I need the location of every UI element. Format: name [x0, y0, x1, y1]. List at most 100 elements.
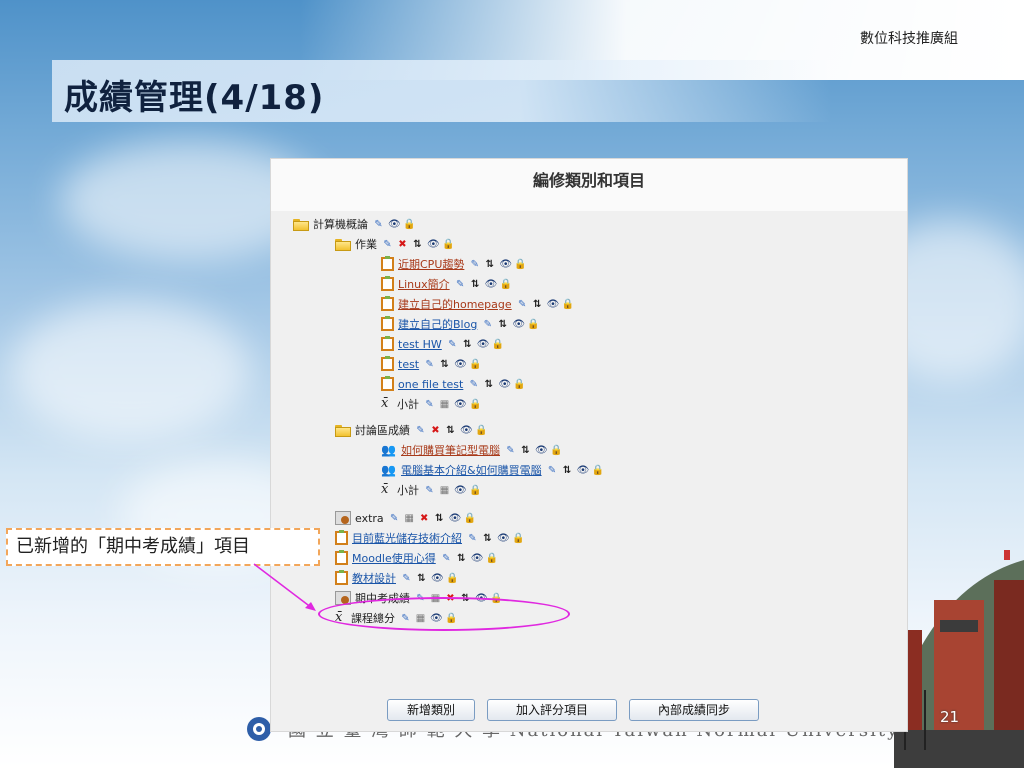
- move-icon[interactable]: ⇅: [456, 553, 467, 564]
- move-icon[interactable]: ⇅: [412, 239, 423, 250]
- edit-icon[interactable]: ✎: [547, 465, 558, 476]
- eye-icon[interactable]: 👁: [454, 485, 467, 496]
- move-icon[interactable]: ⇅: [439, 359, 450, 370]
- eye-icon[interactable]: 👁: [577, 465, 590, 476]
- subtotal-icon: x̄: [381, 396, 389, 411]
- grade-item-link[interactable]: one file test: [398, 378, 463, 391]
- edit-icon[interactable]: ✎: [424, 359, 435, 370]
- move-icon[interactable]: ⇅: [483, 379, 494, 390]
- edit-icon[interactable]: ✎: [468, 379, 479, 390]
- row-actions: ✎ ⇅ 👁 🔒: [468, 379, 526, 390]
- eye-icon[interactable]: 👁: [449, 513, 462, 524]
- lock-icon[interactable]: 🔒: [442, 239, 454, 250]
- tree-row: 👥 如何購買筆記型電腦 ✎ ⇅ 👁 🔒: [381, 441, 562, 459]
- lock-icon[interactable]: 🔒: [469, 485, 481, 496]
- grade-item-link[interactable]: 教材設計: [352, 570, 396, 586]
- calc-icon[interactable]: ▦: [439, 485, 450, 496]
- grade-item-link[interactable]: test: [398, 358, 419, 371]
- grade-item-icon: [381, 316, 394, 331]
- move-icon[interactable]: ⇅: [520, 445, 531, 456]
- edit-icon[interactable]: ✎: [424, 399, 435, 410]
- lock-icon[interactable]: 🔒: [514, 259, 526, 270]
- edit-icon[interactable]: ✎: [455, 279, 466, 290]
- row-actions: ✎ ⇅ 👁 🔒: [455, 279, 512, 290]
- edit-icon[interactable]: ✎: [505, 445, 516, 456]
- edit-icon[interactable]: ✎: [415, 425, 426, 436]
- grade-item-link[interactable]: 電腦基本介紹&如何購買電腦: [401, 462, 542, 478]
- eye-icon[interactable]: 👁: [471, 553, 484, 564]
- lock-icon[interactable]: 🔒: [475, 425, 487, 436]
- lock-icon[interactable]: 🔒: [464, 513, 476, 524]
- edit-icon[interactable]: ✎: [447, 339, 458, 350]
- eye-icon[interactable]: 👁: [547, 299, 560, 310]
- tree-row: 近期CPU趨勢 ✎ ⇅ 👁 🔒: [381, 255, 527, 273]
- grade-item-link[interactable]: 建立自己的Blog: [398, 316, 477, 332]
- lock-icon[interactable]: 🔒: [446, 573, 458, 584]
- lock-icon[interactable]: 🔒: [403, 219, 415, 230]
- lock-icon[interactable]: 🔒: [469, 359, 481, 370]
- move-icon[interactable]: ⇅: [462, 339, 473, 350]
- add-grade-item-button[interactable]: 加入評分項目: [487, 699, 617, 721]
- eye-icon[interactable]: 👁: [499, 259, 512, 270]
- edit-icon[interactable]: ✎: [401, 573, 412, 584]
- grade-item-link[interactable]: 近期CPU趨勢: [398, 256, 464, 272]
- lock-icon[interactable]: 🔒: [562, 299, 574, 310]
- edit-icon[interactable]: ✎: [382, 239, 393, 250]
- move-icon[interactable]: ⇅: [532, 299, 543, 310]
- move-icon[interactable]: ⇅: [434, 513, 445, 524]
- eye-icon[interactable]: 👁: [512, 319, 525, 330]
- eye-icon[interactable]: 👁: [388, 219, 401, 230]
- eye-icon[interactable]: 👁: [535, 445, 548, 456]
- eye-icon[interactable]: 👁: [497, 533, 510, 544]
- grade-item-link[interactable]: 如何購買筆記型電腦: [401, 442, 500, 458]
- move-icon[interactable]: ⇅: [416, 573, 427, 584]
- eye-icon[interactable]: 👁: [431, 573, 444, 584]
- eye-icon[interactable]: 👁: [485, 279, 498, 290]
- move-icon[interactable]: ⇅: [470, 279, 481, 290]
- grade-item-link[interactable]: 建立自己的homepage: [398, 296, 512, 312]
- edit-icon[interactable]: ✎: [373, 219, 384, 230]
- eye-icon[interactable]: 👁: [454, 359, 467, 370]
- lock-icon[interactable]: 🔒: [592, 465, 604, 476]
- edit-icon[interactable]: ✎: [389, 513, 400, 524]
- grade-item-link[interactable]: 目前藍光儲存技術介紹: [352, 530, 462, 546]
- eye-icon[interactable]: 👁: [427, 239, 440, 250]
- lock-icon[interactable]: 🔒: [527, 319, 539, 330]
- university-seal-icon: [247, 717, 271, 741]
- move-icon[interactable]: ⇅: [484, 259, 495, 270]
- sync-grades-button[interactable]: 內部成績同步: [629, 699, 759, 721]
- delete-icon[interactable]: ✖: [397, 239, 408, 250]
- edit-icon[interactable]: ✎: [517, 299, 528, 310]
- grade-item-link[interactable]: test HW: [398, 338, 442, 351]
- calc-icon[interactable]: ▦: [439, 399, 450, 410]
- lock-icon[interactable]: 🔒: [469, 399, 481, 410]
- move-icon[interactable]: ⇅: [445, 425, 456, 436]
- edit-icon[interactable]: ✎: [469, 259, 480, 270]
- move-icon[interactable]: ⇅: [497, 319, 508, 330]
- row-actions: ✎ ⇅ 👁 🔒: [447, 339, 504, 350]
- edit-icon[interactable]: ✎: [424, 485, 435, 496]
- move-icon[interactable]: ⇅: [562, 465, 573, 476]
- move-icon[interactable]: ⇅: [482, 533, 493, 544]
- edit-icon[interactable]: ✎: [482, 319, 493, 330]
- lock-icon[interactable]: 🔒: [486, 553, 498, 564]
- eye-icon[interactable]: 👁: [498, 379, 511, 390]
- lock-icon[interactable]: 🔒: [492, 339, 504, 350]
- delete-icon[interactable]: ✖: [430, 425, 441, 436]
- lock-icon[interactable]: 🔒: [500, 279, 512, 290]
- lock-icon[interactable]: 🔒: [513, 379, 525, 390]
- eye-icon[interactable]: 👁: [477, 339, 490, 350]
- grade-item-link[interactable]: Linux簡介: [398, 276, 450, 292]
- calc-icon[interactable]: ▦: [404, 513, 415, 524]
- edit-icon[interactable]: ✎: [467, 533, 478, 544]
- add-category-button[interactable]: 新增類別: [387, 699, 475, 721]
- delete-icon[interactable]: ✖: [419, 513, 430, 524]
- lock-icon[interactable]: 🔒: [512, 533, 524, 544]
- row-actions: ✎ ⇅ 👁 🔒: [424, 359, 481, 370]
- edit-icon[interactable]: ✎: [441, 553, 452, 564]
- eye-icon[interactable]: 👁: [460, 425, 473, 436]
- grade-item-link[interactable]: Moodle使用心得: [352, 550, 436, 566]
- row-actions: ✎ ✖ ⇅ 👁 🔒: [415, 425, 487, 436]
- eye-icon[interactable]: 👁: [454, 399, 467, 410]
- lock-icon[interactable]: 🔒: [550, 445, 562, 456]
